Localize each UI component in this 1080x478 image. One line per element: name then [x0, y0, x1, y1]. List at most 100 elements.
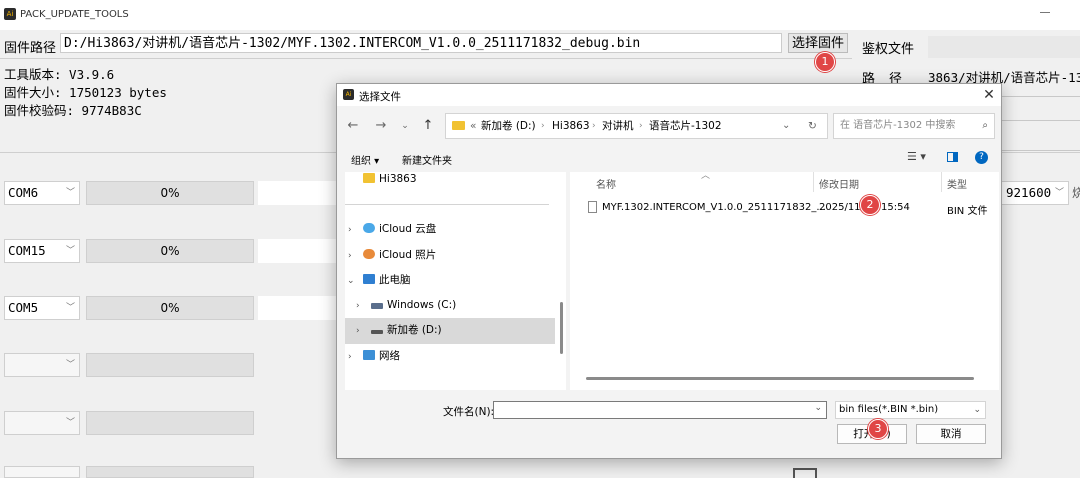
chevron-down-icon: ﹀	[65, 188, 75, 198]
divider	[345, 204, 549, 205]
progress-bar	[86, 411, 254, 435]
progress-bar: 0%	[86, 239, 254, 263]
divider	[813, 172, 814, 192]
minimize-button[interactable]	[1040, 12, 1050, 13]
close-icon[interactable]: ✕	[979, 85, 999, 105]
file-dialog: Ai 选择文件 ✕ ← → ⌄ ↑ « 新加卷 (D:) › Hi3863 › …	[336, 83, 1002, 459]
nav-item[interactable]: iCloud 云盘	[363, 219, 436, 239]
chevron-down-icon[interactable]: ⌄	[347, 276, 355, 286]
app-logo-icon: Ai	[4, 8, 16, 20]
step-badge: 2	[860, 195, 880, 215]
select-firmware-button[interactable]: 选择固件	[788, 33, 848, 53]
refresh-icon[interactable]: ↻	[808, 114, 817, 138]
status-field	[258, 239, 336, 263]
column-header-date[interactable]: 修改日期	[819, 176, 859, 191]
progress-bar	[86, 353, 254, 377]
icloud-drive-icon	[363, 223, 375, 233]
chevron-down-icon: ﹀	[65, 246, 75, 256]
nav-item[interactable]: Windows (C:)	[371, 295, 456, 315]
firmware-path-input[interactable]: D:/Hi3863/对讲机/语音芯片-1302/MYF.1302.INTERCO…	[60, 33, 782, 53]
filename-input[interactable]: ⌄	[493, 401, 827, 419]
firmware-path-label: 固件路径	[4, 41, 57, 56]
preview-pane-icon[interactable]	[947, 152, 958, 162]
sort-arrow-icon: ︿	[701, 171, 711, 181]
breadcrumb-separator-icon: ›	[541, 121, 545, 131]
chevron-down-icon: ﹀	[65, 418, 75, 428]
chevron-right-icon[interactable]: ›	[356, 301, 360, 311]
file-type: BIN 文件	[947, 206, 988, 217]
drive-icon	[371, 330, 383, 334]
search-icon: ⌕	[982, 120, 988, 131]
breadcrumb-separator-icon: ›	[592, 121, 596, 131]
chevron-right-icon[interactable]: ›	[348, 251, 352, 261]
help-icon[interactable]: ?	[975, 151, 988, 164]
breadcrumb-separator-icon: ›	[639, 121, 643, 131]
dialog-title: 选择文件	[359, 91, 401, 103]
file-date: 2025/11/	[819, 202, 864, 213]
windows-drive-icon	[371, 303, 383, 309]
com-port-select[interactable]	[4, 466, 80, 478]
com-port-select[interactable]: COM15 ﹀	[4, 239, 80, 263]
chevron-right-icon[interactable]: ›	[356, 326, 360, 336]
window-title: PACK_UPDATE_TOOLS	[20, 9, 129, 20]
chevron-down-icon: ﹀	[65, 303, 75, 313]
chevron-down-icon: ⌄	[973, 405, 981, 415]
breadcrumb-item[interactable]: 对讲机	[602, 114, 634, 138]
chevron-down-icon: ﹀	[1054, 188, 1064, 198]
firmware-checksum-text: 固件校验码: 9774B83C	[4, 103, 142, 118]
chevron-right-icon[interactable]: ›	[348, 225, 352, 235]
folder-icon	[452, 121, 465, 130]
breadcrumb-item[interactable]: 新加卷 (D:)	[481, 114, 536, 138]
firmware-size-text: 固件大小: 1750123 bytes	[4, 85, 167, 100]
divider	[0, 58, 852, 59]
com-port-select[interactable]: ﹀	[4, 411, 80, 435]
window-titlebar: Ai PACK_UPDATE_TOOLS	[0, 0, 1080, 30]
breadcrumb-item[interactable]: 语音芯片-1302	[649, 114, 722, 138]
auth-file-field[interactable]	[928, 36, 1080, 58]
flash-button[interactable]: 烧	[1072, 181, 1080, 205]
nav-item[interactable]: iCloud 照片	[363, 245, 436, 265]
chevron-down-icon[interactable]: ⌄	[782, 114, 790, 138]
recent-locations-chevron-icon[interactable]: ⌄	[396, 117, 414, 135]
back-icon[interactable]: ←	[344, 117, 362, 135]
com-port-select[interactable]: COM5 ﹀	[4, 296, 80, 320]
column-header-type[interactable]: 类型	[947, 176, 967, 191]
nav-item[interactable]: 此电脑	[363, 270, 411, 290]
network-icon	[363, 350, 375, 360]
nav-item[interactable]: 网络	[363, 346, 400, 366]
breadcrumb-item[interactable]: Hi3863	[552, 114, 590, 138]
breadcrumb-overflow[interactable]: «	[470, 114, 476, 138]
com-port-select[interactable]: ﹀	[4, 353, 80, 377]
icloud-photos-icon	[363, 249, 375, 259]
file-type-filter[interactable]: bin files(*.BIN *.bin) ⌄	[835, 401, 986, 419]
status-field	[258, 181, 336, 205]
chevron-right-icon[interactable]: ›	[348, 352, 352, 362]
com-port-select[interactable]: COM6 ﹀	[4, 181, 80, 205]
cancel-button[interactable]: 取消	[916, 424, 986, 444]
column-header-name[interactable]: 名称	[596, 176, 616, 191]
app-logo-icon: Ai	[343, 89, 354, 100]
forward-icon[interactable]: →	[372, 117, 390, 135]
progress-bar	[86, 466, 254, 478]
baud-rate-select[interactable]: 921600 ﹀	[1001, 181, 1069, 205]
horizontal-scrollbar[interactable]	[586, 377, 974, 380]
scrollbar-thumb[interactable]	[560, 302, 563, 354]
chevron-down-icon[interactable]: ⌄	[814, 403, 822, 413]
dialog-titlebar: Ai 选择文件 ✕	[337, 84, 1001, 106]
address-bar[interactable]: « 新加卷 (D:) › Hi3863 › 对讲机 › 语音芯片-1302 ⌄ …	[445, 113, 828, 139]
this-pc-icon	[363, 274, 375, 284]
file-icon	[588, 201, 597, 213]
up-icon[interactable]: ↑	[419, 117, 437, 135]
chevron-down-icon: ﹀	[65, 360, 75, 370]
folder-icon	[363, 173, 375, 183]
auth-file-label: 鉴权文件	[862, 42, 915, 57]
new-folder-button[interactable]: 新建文件夹	[402, 152, 452, 167]
step-badge: 1	[815, 52, 835, 72]
nav-item-selected[interactable]: 新加卷 (D:)	[371, 320, 442, 340]
divider	[1000, 152, 1080, 153]
organize-menu[interactable]: 组织 ▾	[351, 152, 379, 167]
nav-item[interactable]: Hi3863	[363, 169, 417, 189]
view-options-icon[interactable]: ☰ ▾	[907, 150, 926, 163]
progress-bar: 0%	[86, 296, 254, 320]
search-input[interactable]: 在 语音芯片-1302 中搜索 ⌕	[833, 113, 995, 139]
